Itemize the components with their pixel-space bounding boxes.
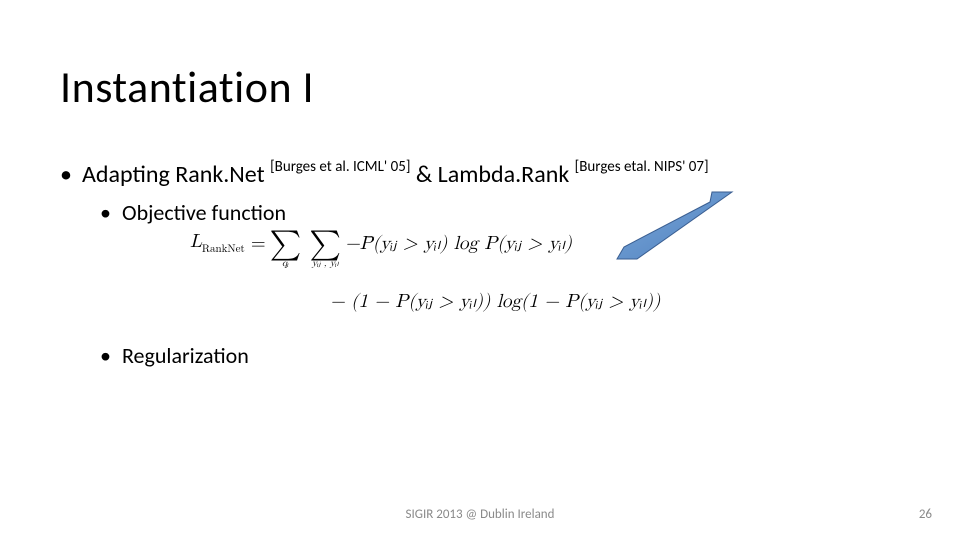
body: • Adapting Rank.Net [Burges et al. ICML'… bbox=[60, 160, 900, 230]
citation-2: [Burges etal. NIPS' 07] bbox=[575, 158, 709, 176]
slide-title: Instantiation I bbox=[60, 60, 314, 114]
bullet-main-text: Adapting Rank.Net [Burges et al. ICML' 0… bbox=[82, 160, 709, 189]
eq-lhs: LRankNet bbox=[190, 232, 245, 256]
equation-row-2: − (1 − P(yᵢⱼ > yᵢₗ)) log(1 − P(yᵢⱼ > yᵢₗ… bbox=[330, 282, 660, 322]
bullet-objective-label: Objective function bbox=[122, 199, 286, 226]
bullet-objective: • Objective function bbox=[100, 199, 900, 226]
equation-block: LRankNet = ∑qᵢ ∑yᵢⱼ , yᵢₗ −P̄(yᵢⱼ > yᵢₗ)… bbox=[190, 224, 660, 322]
sum-symbol-1: ∑qᵢ bbox=[270, 228, 302, 261]
equation-row-1: LRankNet = ∑qᵢ ∑yᵢⱼ , yᵢₗ −P̄(yᵢⱼ > yᵢₗ)… bbox=[190, 224, 660, 264]
eq-lhs-sub: RankNet bbox=[202, 244, 245, 255]
text-mid: & Lambda.Rank bbox=[410, 160, 574, 189]
eq-equals: = bbox=[251, 234, 266, 255]
slide: Instantiation I • Adapting Rank.Net [Bur… bbox=[0, 0, 960, 540]
bullet-dot: • bbox=[60, 160, 82, 189]
sum-symbol-2: ∑yᵢⱼ , yᵢₗ bbox=[309, 228, 341, 261]
bullet-regularization-label: Regularization bbox=[122, 342, 249, 369]
sum-2-index: yᵢⱼ , yᵢₗ bbox=[312, 258, 339, 269]
footer-venue: SIGIR 2013 @ Dublin Ireland bbox=[0, 507, 960, 522]
bullet-main: • Adapting Rank.Net [Burges et al. ICML'… bbox=[60, 160, 900, 189]
eq-row2: − (1 − P(yᵢⱼ > yᵢₗ)) log(1 − P(yᵢⱼ > yᵢₗ… bbox=[330, 292, 660, 313]
eq-row1-rhs: −P̄(yᵢⱼ > yᵢₗ) log P(yᵢⱼ > yᵢₗ) bbox=[345, 234, 572, 255]
footer-page-number: 26 bbox=[919, 507, 932, 522]
bullet-regularization: •Regularization bbox=[100, 342, 249, 369]
bullet-dot: • bbox=[100, 342, 122, 369]
citation-1: [Burges et al. ICML' 05] bbox=[270, 158, 410, 176]
text-prefix: Adapting Rank.Net bbox=[82, 160, 270, 189]
sum-1-index: qᵢ bbox=[282, 258, 289, 269]
eq-lhs-sym: L bbox=[190, 232, 202, 251]
bullet-dot: • bbox=[100, 199, 122, 226]
